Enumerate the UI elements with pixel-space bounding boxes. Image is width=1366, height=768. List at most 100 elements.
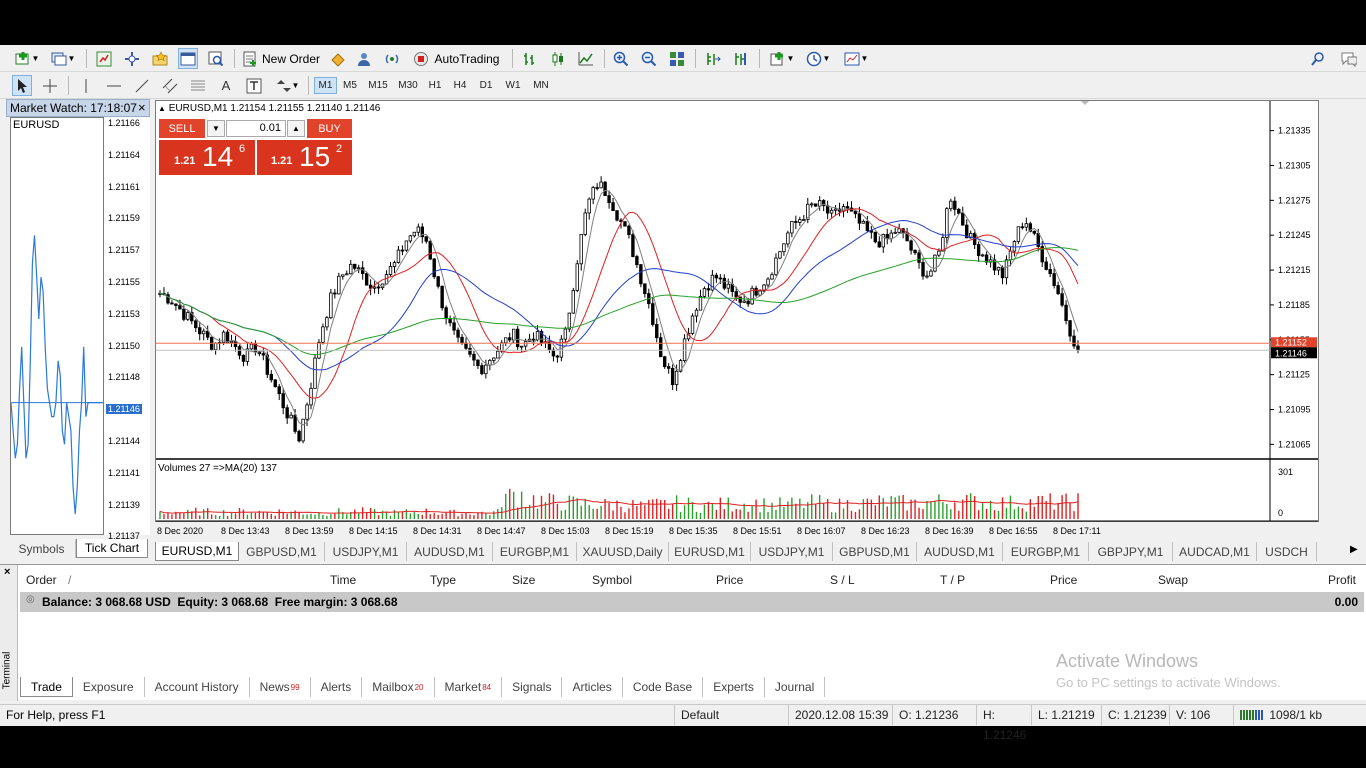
line-chart-button[interactable]: [576, 48, 596, 69]
community-button[interactable]: [354, 48, 374, 69]
fibonacci-button[interactable]: [188, 75, 208, 96]
trendline-button[interactable]: [132, 75, 152, 96]
sell-price-button[interactable]: 1.21 14 6: [159, 140, 255, 175]
terminal-tab-account-history[interactable]: Account History: [145, 677, 250, 697]
chart-tab-eurusd-m1[interactable]: EURUSD,M1: [669, 542, 751, 561]
new-chart-button[interactable]: ▼: [12, 48, 42, 69]
terminal-tab-exposure[interactable]: Exposure: [73, 677, 145, 697]
strategy-tester-button[interactable]: [206, 48, 226, 69]
data-window-button[interactable]: [122, 48, 142, 69]
autotrading-button[interactable]: AutoTrading: [410, 48, 502, 69]
chart-tabs-scroll-right-icon[interactable]: ▶: [1350, 544, 1358, 555]
zoom-in-button[interactable]: [611, 48, 631, 69]
terminal-tab-market[interactable]: Market 84: [435, 677, 503, 697]
metaeditor-button[interactable]: [328, 48, 348, 69]
status-close: C: 1.21239: [1101, 705, 1169, 725]
arrows-button[interactable]: ▼: [272, 75, 302, 96]
terminal-tab-journal[interactable]: Journal: [765, 677, 826, 697]
chart-collapse-icon[interactable]: ▲: [158, 104, 166, 113]
terminal-tab-alerts[interactable]: Alerts: [311, 677, 363, 697]
terminal-tab-trade[interactable]: Trade: [20, 677, 73, 697]
new-order-button[interactable]: New Order: [240, 48, 322, 69]
terminal-tab-articles[interactable]: Articles: [562, 677, 623, 697]
cursor-button[interactable]: [12, 75, 32, 96]
close-icon[interactable]: ×: [138, 100, 146, 115]
navigator-button[interactable]: [150, 48, 170, 69]
search-button[interactable]: [1308, 48, 1328, 69]
lot-up-button[interactable]: ▲: [287, 120, 305, 137]
tile-windows-button[interactable]: [667, 48, 687, 69]
timeframe-d1-button[interactable]: D1: [473, 77, 499, 94]
chart-tab-audcad-m1[interactable]: AUDCAD,M1: [1173, 542, 1257, 561]
column-header-size[interactable]: Size: [512, 571, 535, 589]
equidistant-channel-button[interactable]: [160, 75, 180, 96]
text-button[interactable]: A: [216, 75, 236, 96]
signals-button[interactable]: [382, 48, 402, 69]
column-header-price[interactable]: Price: [1050, 571, 1077, 589]
candle-body: [734, 291, 738, 298]
tab-tick-chart[interactable]: Tick Chart: [76, 539, 148, 558]
terminal-tab-code-base[interactable]: Code Base: [623, 677, 704, 697]
chart-tab-gbpusd-m1[interactable]: GBPUSD,M1: [239, 542, 325, 561]
candlestick-chart-button[interactable]: [548, 48, 568, 69]
close-icon[interactable]: ×: [4, 566, 10, 578]
zoom-out-button[interactable]: [639, 48, 659, 69]
chart-shift-button[interactable]: [731, 48, 751, 69]
terminal-tab-news[interactable]: News 99: [250, 677, 311, 697]
column-header-symbol[interactable]: Symbol: [592, 571, 632, 589]
column-header-swap[interactable]: Swap: [1158, 571, 1188, 589]
terminal-tab-mailbox[interactable]: Mailbox 20: [362, 677, 435, 697]
templates-button[interactable]: ▼: [839, 48, 873, 69]
periods-button[interactable]: ▼: [803, 48, 833, 69]
chat-button[interactable]: [1336, 48, 1360, 69]
text-label-button[interactable]: [244, 75, 264, 96]
sell-button[interactable]: SELL: [159, 119, 205, 138]
timeframe-m5-button[interactable]: M5: [337, 77, 363, 94]
auto-scroll-button[interactable]: [703, 48, 723, 69]
indicators-button[interactable]: ▼: [767, 48, 797, 69]
timeframe-h1-button[interactable]: H1: [423, 77, 447, 94]
column-header-order[interactable]: Order: [26, 571, 57, 589]
terminal-button[interactable]: [178, 48, 198, 69]
chart-tab-gbpjpy-m1[interactable]: GBPJPY,M1: [1089, 542, 1173, 561]
lot-down-button[interactable]: ▼: [207, 120, 225, 137]
tab-symbols[interactable]: Symbols: [8, 539, 76, 558]
timeframe-w1-button[interactable]: W1: [499, 77, 527, 94]
chart-tab-audusd-m1[interactable]: AUDUSD,M1: [407, 542, 493, 561]
chart-tab-xauusd-daily[interactable]: XAUUSD,Daily: [577, 542, 669, 561]
column-header-t-p[interactable]: T / P: [940, 571, 965, 589]
chart-tab-eurgbp-m1[interactable]: EURGBP,M1: [493, 542, 577, 561]
timeframe-h4-button[interactable]: H4: [447, 77, 473, 94]
terminal-tab-signals[interactable]: Signals: [502, 677, 563, 697]
chart-tab-audusd-m1[interactable]: AUDUSD,M1: [917, 542, 1003, 561]
chart-tab-usdjpy-m1[interactable]: USDJPY,M1: [751, 542, 833, 561]
column-header-type[interactable]: Type: [430, 571, 456, 589]
chart-tab-usdch[interactable]: USDCH: [1257, 542, 1317, 561]
timeframe-m30-button[interactable]: M30: [393, 77, 423, 94]
status-profile[interactable]: Default: [674, 705, 788, 725]
crosshair-button[interactable]: [40, 75, 60, 96]
lot-size-input[interactable]: 0.01: [226, 120, 286, 137]
terminal-tab-experts[interactable]: Experts: [703, 677, 765, 697]
horizontal-line-button[interactable]: [104, 75, 124, 96]
chart-window[interactable]: 1.21335 1.21305 1.21275 1.21245 1.21215 1.211…: [155, 100, 1319, 536]
buy-button[interactable]: BUY: [307, 119, 352, 138]
bar-chart-button[interactable]: [520, 48, 540, 69]
market-watch-button[interactable]: [94, 48, 114, 69]
chart-tab-eurgbp-m1[interactable]: EURGBP,M1: [1003, 542, 1089, 561]
timeframe-m15-button[interactable]: M15: [363, 77, 393, 94]
chart-tab-usdjpy-m1[interactable]: USDJPY,M1: [325, 542, 407, 561]
profiles-button[interactable]: ▼: [48, 48, 78, 69]
balance-row[interactable]: ◎ Balance: 3 068.68 USD Equity: 3 068.68…: [20, 592, 1364, 612]
timeframe-m1-button[interactable]: M1: [314, 77, 337, 94]
chart-tab-gbpusd-m1[interactable]: GBPUSD,M1: [833, 542, 917, 561]
timeframe-mn-button[interactable]: MN: [527, 77, 555, 94]
chart-shift-marker[interactable]: [1081, 101, 1089, 105]
column-header-price[interactable]: Price: [716, 571, 743, 589]
column-header-profit[interactable]: Profit: [1328, 571, 1356, 589]
chart-tab-eurusd-m1[interactable]: EURUSD,M1: [155, 542, 239, 561]
column-header-s-l[interactable]: S / L: [830, 571, 855, 589]
buy-price-button[interactable]: 1.21 15 2: [257, 140, 352, 175]
column-header-time[interactable]: Time: [330, 571, 356, 589]
vertical-line-button[interactable]: [76, 75, 96, 96]
